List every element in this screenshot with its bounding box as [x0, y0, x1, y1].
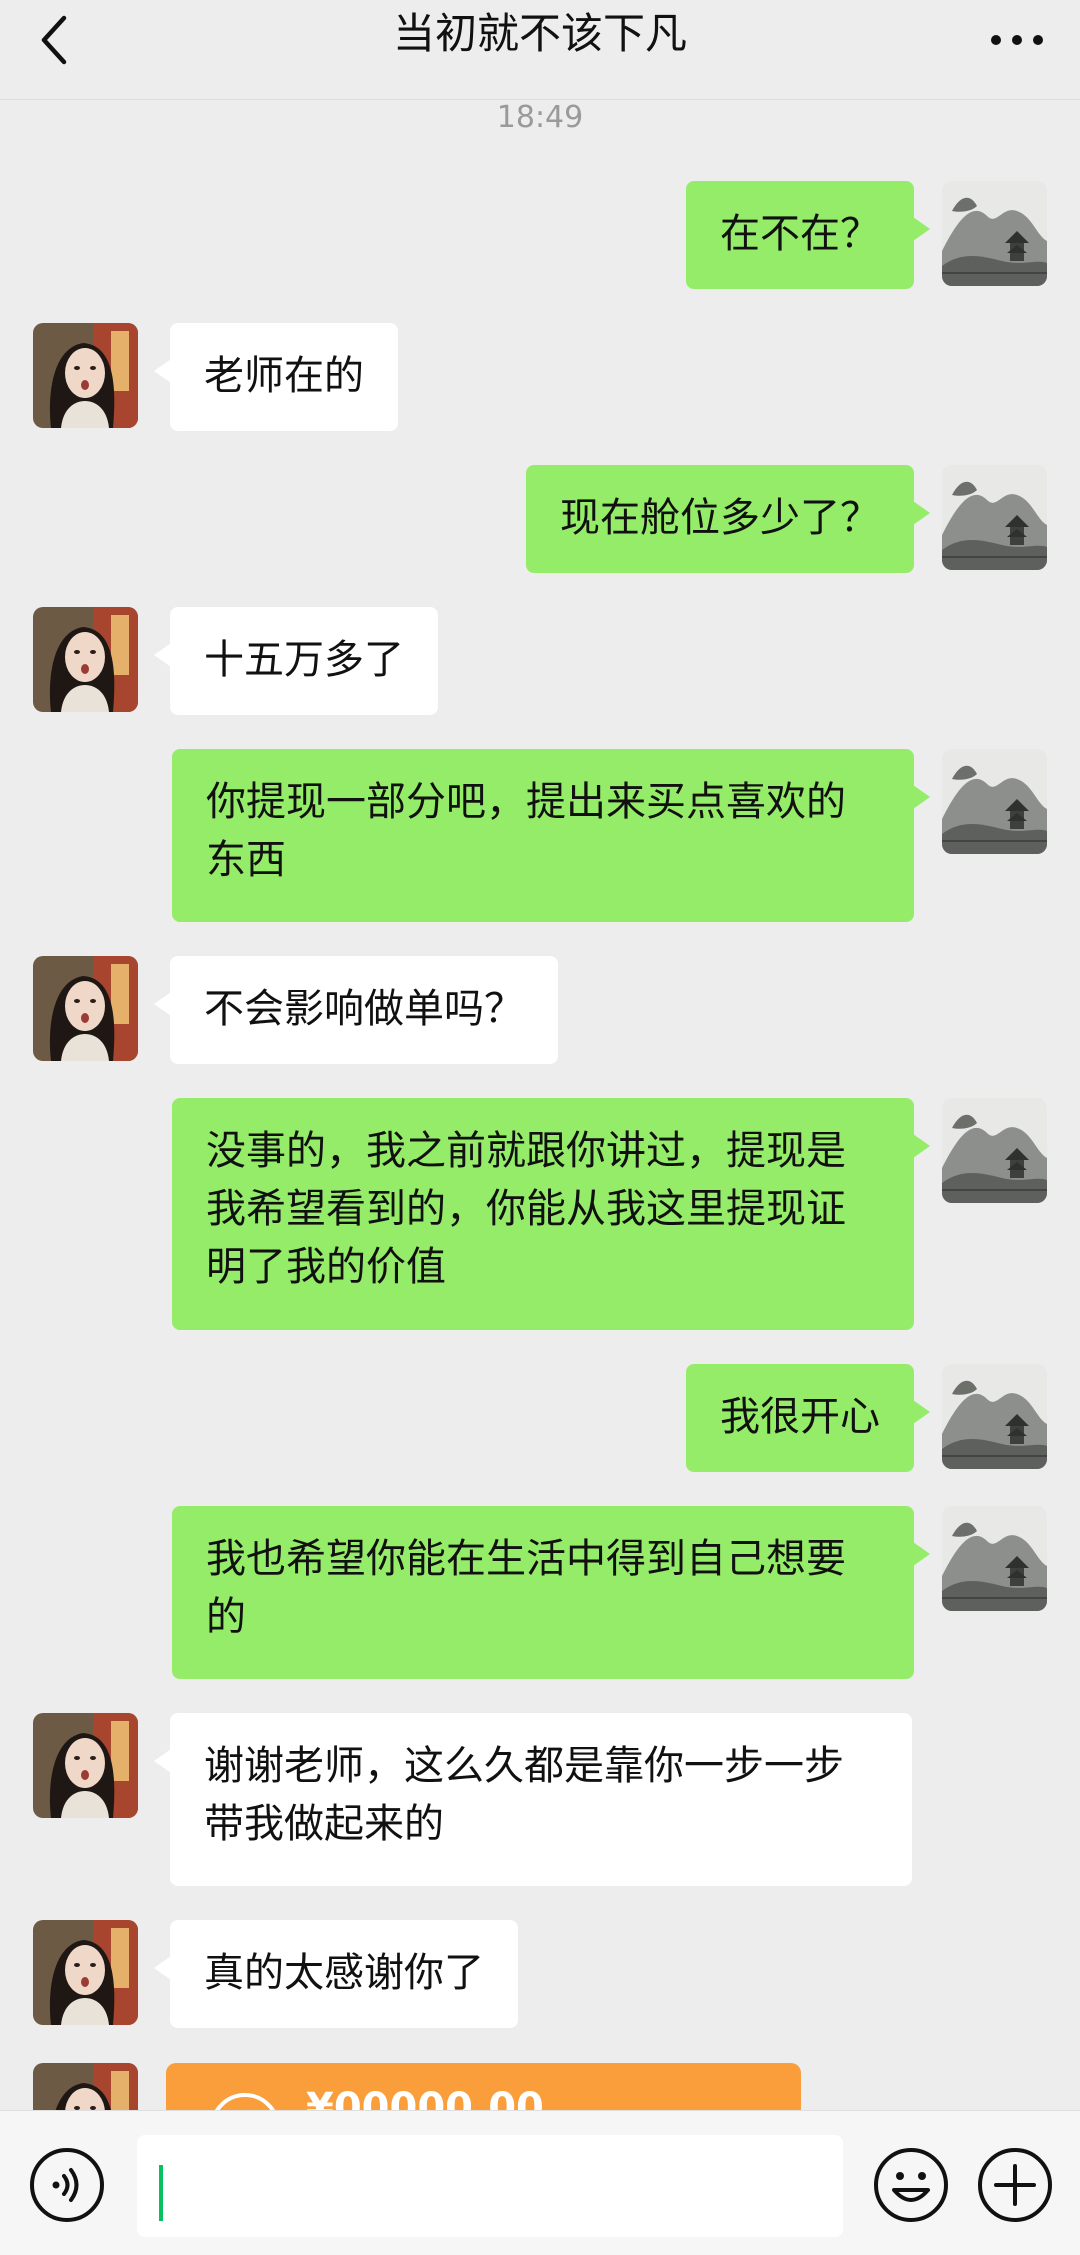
chat-title: 当初就不该下凡 — [392, 9, 687, 58]
outgoing-message[interactable]: 现在舱位多少了？ — [526, 465, 930, 573]
landscape-avatar-icon — [942, 181, 1047, 286]
incoming-message[interactable]: 老师在的 — [154, 323, 398, 431]
message-text: 现在舱位多少了？ — [560, 495, 880, 541]
message-text: 你提现一部分吧，提出来买点喜欢的东西 — [206, 779, 846, 883]
message-text: 没事的，我之前就跟你讲过，提现是我希望看到的，你能从我这里提现证明了我的价值 — [206, 1128, 846, 1290]
incoming-message[interactable]: 谢谢老师，这么久都是靠你一步一步带我做起来的 — [154, 1713, 912, 1886]
my-avatar[interactable] — [942, 181, 1047, 286]
portrait-avatar-icon — [33, 323, 138, 428]
landscape-avatar-icon — [942, 749, 1047, 854]
my-avatar[interactable] — [942, 465, 1047, 570]
outgoing-message[interactable]: 没事的，我之前就跟你讲过，提现是我希望看到的，你能从我这里提现证明了我的价值 — [172, 1098, 930, 1330]
my-avatar[interactable] — [942, 1364, 1047, 1469]
message-text: 不会影响做单吗？ — [204, 986, 524, 1032]
incoming-message[interactable]: 十五万多了 — [154, 607, 438, 715]
text-cursor — [159, 2165, 163, 2221]
more-functions-button[interactable] — [976, 2146, 1054, 2224]
message-text: 我很开心 — [720, 1394, 880, 1440]
contact-avatar[interactable] — [33, 323, 138, 428]
message-text: 老师在的 — [204, 353, 364, 399]
message-text: 十五万多了 — [204, 637, 404, 683]
portrait-avatar-icon — [33, 1920, 138, 2025]
message-timestamp: 18:49 — [496, 100, 584, 135]
incoming-message[interactable]: 真的太感谢你了 — [154, 1920, 518, 2028]
incoming-message[interactable]: 不会影响做单吗？ — [154, 956, 558, 1064]
landscape-avatar-icon — [942, 465, 1047, 570]
outgoing-message[interactable]: 你提现一部分吧，提出来买点喜欢的东西 — [172, 749, 930, 922]
chat-header: 当初就不该下凡 — [0, 0, 1080, 100]
outgoing-message[interactable]: 我也希望你能在生活中得到自己想要的 — [172, 1506, 930, 1679]
plus-icon — [978, 2148, 1052, 2222]
contact-avatar[interactable] — [33, 607, 138, 712]
contact-avatar[interactable] — [33, 1713, 138, 1818]
emoji-icon — [874, 2148, 948, 2222]
portrait-avatar-icon — [33, 1713, 138, 1818]
voice-button[interactable] — [28, 2146, 106, 2224]
portrait-avatar-icon — [33, 956, 138, 1061]
outgoing-message[interactable]: 在不在？ — [686, 181, 930, 289]
more-dots-icon — [991, 35, 1043, 45]
emoji-button[interactable] — [872, 2146, 950, 2224]
landscape-avatar-icon — [942, 1506, 1047, 1611]
my-avatar[interactable] — [942, 1098, 1047, 1203]
message-input[interactable] — [137, 2135, 843, 2237]
voice-icon — [30, 2148, 104, 2222]
message-text: 在不在？ — [720, 211, 880, 257]
my-avatar[interactable] — [942, 1506, 1047, 1611]
landscape-avatar-icon — [942, 1364, 1047, 1469]
more-button[interactable] — [982, 8, 1052, 68]
message-text: 谢谢老师，这么久都是靠你一步一步带我做起来的 — [204, 1743, 844, 1847]
contact-avatar[interactable] — [33, 956, 138, 1061]
my-avatar[interactable] — [942, 749, 1047, 854]
input-bar — [0, 2110, 1080, 2255]
message-text: 真的太感谢你了 — [204, 1950, 484, 1996]
message-text: 我也希望你能在生活中得到自己想要的 — [206, 1536, 846, 1640]
portrait-avatar-icon — [33, 607, 138, 712]
contact-avatar[interactable] — [33, 1920, 138, 2025]
outgoing-message[interactable]: 我很开心 — [686, 1364, 930, 1472]
landscape-avatar-icon — [942, 1098, 1047, 1203]
